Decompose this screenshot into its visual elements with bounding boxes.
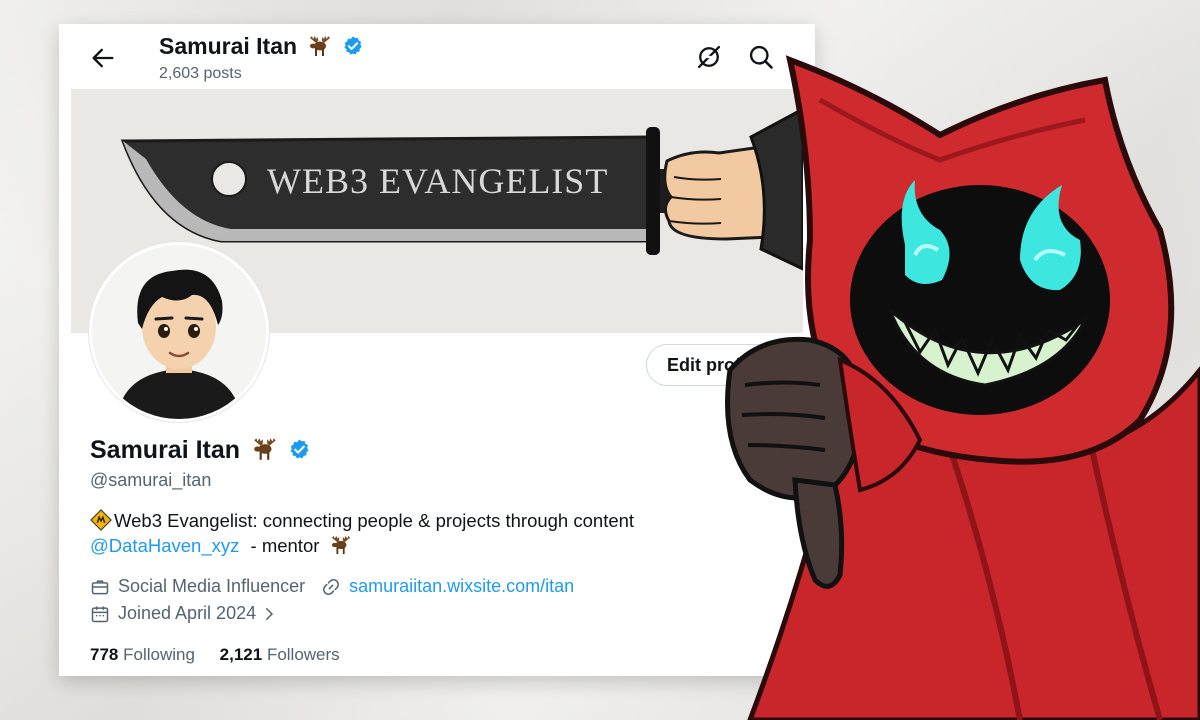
profile-joined: Joined April 2024 xyxy=(118,603,257,623)
verified-badge-icon xyxy=(290,439,309,459)
follow-stats: 778 Following 2,121 Followers xyxy=(90,645,340,665)
briefcase-icon xyxy=(91,579,109,594)
profile-name-row: Samurai Itan xyxy=(90,436,311,465)
avatar[interactable] xyxy=(89,242,269,422)
post-count: 2,603 posts xyxy=(159,65,242,82)
moose-emoji xyxy=(254,438,276,460)
moose-emoji xyxy=(310,36,331,56)
header-title: Samurai Itan xyxy=(159,33,364,60)
verified-badge-icon xyxy=(344,36,362,55)
hooded-demon-illustration xyxy=(725,55,1200,720)
following-count: 778 xyxy=(90,645,119,664)
followers-label: Followers xyxy=(266,645,340,664)
bio-mention-link[interactable]: @DataHaven_xyz xyxy=(90,535,239,556)
calendar-icon xyxy=(91,606,109,622)
arrow-left-icon[interactable] xyxy=(89,44,117,72)
header-name: Samurai Itan xyxy=(159,33,298,59)
profile-website-link[interactable]: samuraiitan.wixsite.com/itan xyxy=(349,576,574,597)
profile-handle: @samurai_itan xyxy=(90,470,212,490)
chevron-right-icon xyxy=(266,607,274,620)
following-link[interactable]: 778 Following xyxy=(90,645,195,664)
followers-count: 2,121 xyxy=(219,645,263,664)
bio-text: Web3 Evangelist: connecting people & pro… xyxy=(114,510,635,531)
profile-category: Social Media Influencer xyxy=(118,576,306,596)
avatar-portrait xyxy=(92,245,266,419)
following-label: Following xyxy=(123,645,195,664)
profile-meta-row: Social Media Influencer samuraiitan.wixs… xyxy=(90,576,574,597)
bio-line-1: Web3 Evangelist: connecting people & pro… xyxy=(90,509,634,532)
bio-line-2: @DataHaven_xyz - mentor xyxy=(90,535,353,557)
link-icon xyxy=(323,578,340,595)
profile-name: Samurai Itan xyxy=(90,436,241,464)
bio-mentor-text: - mentor xyxy=(245,535,320,556)
banner-blade-text: WEB3 EVANGELIST xyxy=(267,161,608,201)
profile-joined-row[interactable]: Joined April 2024 xyxy=(90,603,278,624)
moose-emoji xyxy=(331,535,350,555)
followers-link[interactable]: 2,121 Followers xyxy=(220,645,340,664)
construction-sign-emoji xyxy=(90,509,112,531)
